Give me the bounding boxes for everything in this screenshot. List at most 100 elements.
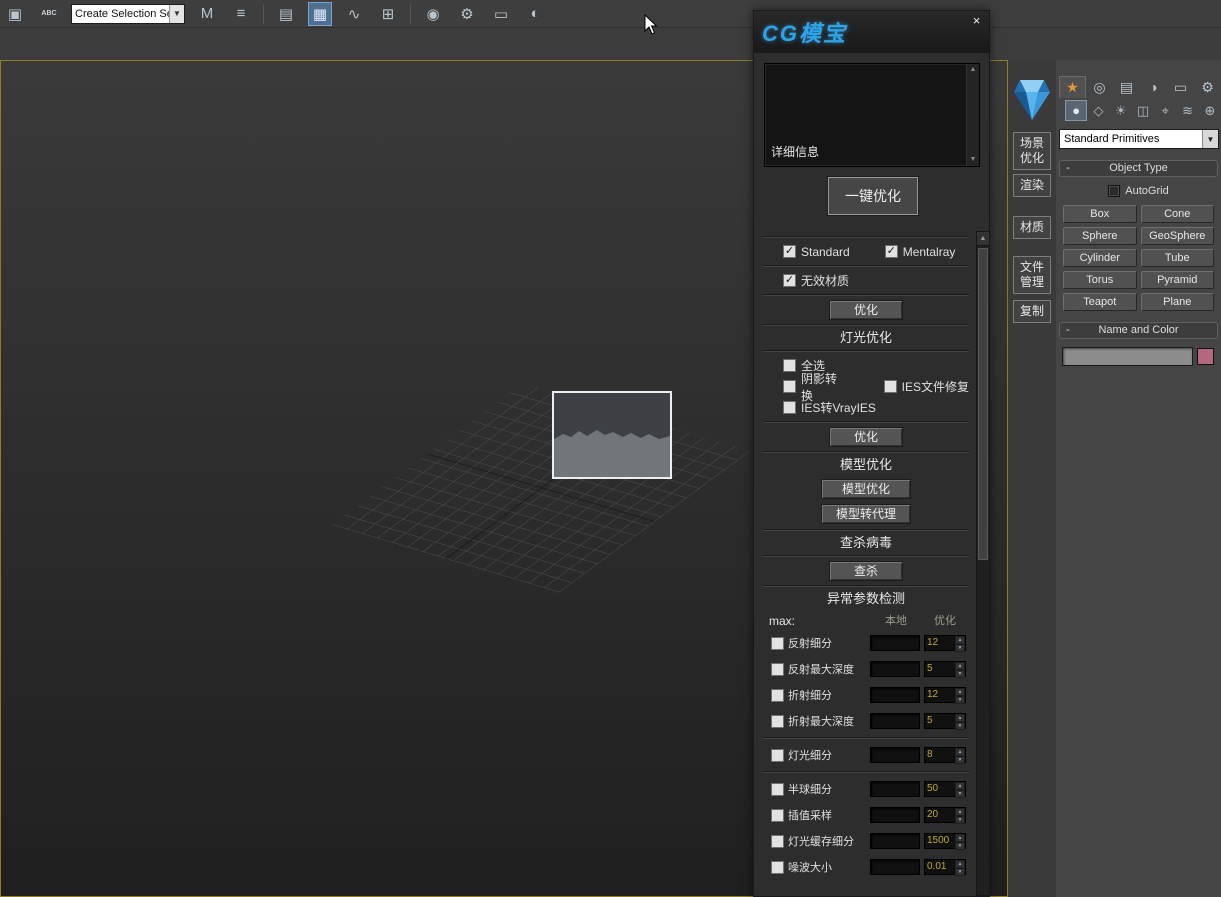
param-checkbox[interactable] [771,663,784,676]
align-icon[interactable]: ≡ [229,2,253,26]
spinner-down-icon[interactable]: ▼ [955,644,965,652]
param-checkbox[interactable] [771,637,784,650]
abc-icon[interactable]: ABC [37,2,61,26]
ribbon-toggle-icon[interactable]: ▦ [308,2,332,26]
autogrid-checkbox[interactable] [1108,185,1120,197]
create-tab-icon[interactable]: ★ [1059,76,1086,98]
side-tab-copy[interactable]: 复制 [1013,300,1051,323]
light-optimize-button[interactable]: 优化 [829,427,903,447]
param-spinner[interactable]: 12 ▲▼ [924,687,966,703]
spinner-up-icon[interactable]: ▲ [955,748,965,756]
selection-set-combo[interactable]: Create Selection Set ▼ [71,4,185,24]
param-spinner[interactable]: 0.01 ▲▼ [924,859,966,875]
param-checkbox[interactable] [771,749,784,762]
spinner-up-icon[interactable]: ▲ [955,860,965,868]
helpers-icon[interactable]: ⌖ [1154,100,1176,121]
invalid-material-checkbox[interactable]: ✓ [783,274,796,287]
param-checkbox[interactable] [771,835,784,848]
rendered-frame-icon[interactable]: ▭ [489,2,513,26]
spinner-down-icon[interactable]: ▼ [955,722,965,730]
cg-panel-titlebar[interactable]: CG模宝 × [754,11,989,53]
layer-manager-icon[interactable]: ▤ [274,2,298,26]
spinner-down-icon[interactable]: ▼ [955,756,965,764]
spinner-up-icon[interactable]: ▲ [955,662,965,670]
display-tab-icon[interactable]: ▭ [1167,76,1194,98]
spinner-down-icon[interactable]: ▼ [955,696,965,704]
ies-fix-checkbox[interactable] [884,380,897,393]
param-local-input[interactable] [870,661,920,677]
param-checkbox[interactable] [771,715,784,728]
scrollbar-thumb[interactable] [978,248,988,560]
object-name-field[interactable] [1062,347,1193,366]
spinner-up-icon[interactable]: ▲ [955,834,965,842]
space-warps-icon[interactable]: ≋ [1176,100,1198,121]
named-selection-icon[interactable]: ▣ [3,2,27,26]
param-local-input[interactable] [870,807,920,823]
param-spinner[interactable]: 12 ▲▼ [924,635,966,651]
spinner-up-icon[interactable]: ▲ [955,782,965,790]
spinner-up-icon[interactable]: ▲ [955,636,965,644]
utilities-tab-icon[interactable]: ⚙ [1194,76,1221,98]
sphere-button[interactable]: Sphere [1063,227,1137,245]
primitive-category-dropdown[interactable]: Standard Primitives ▼ [1059,129,1219,149]
param-local-input[interactable] [870,781,920,797]
one-click-optimize-button[interactable]: 一键优化 [828,177,918,215]
param-local-input[interactable] [870,833,920,849]
object-color-swatch[interactable] [1197,348,1214,365]
cameras-icon[interactable]: ◫ [1132,100,1154,121]
spinner-down-icon[interactable]: ▼ [955,790,965,798]
param-local-input[interactable] [870,635,920,651]
spinner-up-icon[interactable]: ▲ [955,808,965,816]
ies-vray-checkbox[interactable] [783,401,796,414]
param-spinner[interactable]: 5 ▲▼ [924,713,966,729]
spinner-up-icon[interactable]: ▲ [955,714,965,722]
panel-scrollbar[interactable]: ▲ [976,231,990,896]
lights-icon[interactable]: ☀ [1110,100,1132,121]
mirror-icon[interactable]: M [195,2,219,26]
param-local-input[interactable] [870,747,920,763]
model-proxy-button[interactable]: 模型转代理 [821,504,911,524]
scroll-up-icon[interactable]: ▲ [970,64,977,76]
virus-scan-button[interactable]: 查杀 [829,561,903,581]
systems-icon[interactable]: ⊕ [1199,100,1221,121]
torus-button[interactable]: Torus [1063,271,1137,289]
plane-button[interactable]: Plane [1141,293,1215,311]
side-tab-scene-optimize[interactable]: 场景优化 [1013,132,1051,170]
side-tab-file-manage[interactable]: 文件管理 [1013,256,1051,294]
curve-editor-icon[interactable]: ∿ [342,2,366,26]
close-icon[interactable]: × [969,13,984,28]
detail-info-box[interactable]: 详细信息 ▲ ▼ [764,63,980,167]
scroll-up-icon[interactable]: ▲ [977,232,989,246]
spinner-down-icon[interactable]: ▼ [955,842,965,850]
info-scrollbar[interactable]: ▲ ▼ [966,64,979,166]
param-spinner[interactable]: 50 ▲▼ [924,781,966,797]
scroll-down-icon[interactable]: ▼ [970,154,977,166]
name-color-rollout[interactable]: - Name and Color [1059,322,1218,339]
teapot-button[interactable]: Teapot [1063,293,1137,311]
cone-button[interactable]: Cone [1141,205,1215,223]
side-tab-material[interactable]: 材质 [1013,216,1051,239]
param-checkbox[interactable] [771,809,784,822]
schematic-view-icon[interactable]: ⊞ [376,2,400,26]
param-local-input[interactable] [870,859,920,875]
hierarchy-tab-icon[interactable]: ▤ [1113,76,1140,98]
param-spinner[interactable]: 20 ▲▼ [924,807,966,823]
param-local-input[interactable] [870,713,920,729]
model-optimize-button[interactable]: 模型优化 [821,479,911,499]
spinner-down-icon[interactable]: ▼ [955,670,965,678]
cylinder-button[interactable]: Cylinder [1063,249,1137,267]
shadow-convert-checkbox[interactable] [783,380,796,393]
side-tab-render[interactable]: 渲染 [1013,174,1051,197]
modify-tab-icon[interactable]: ◎ [1086,76,1113,98]
mentalray-checkbox[interactable]: ✓ [885,245,898,258]
render-icon[interactable]: ◐ [523,2,547,26]
standard-checkbox[interactable]: ✓ [783,245,796,258]
chevron-down-icon[interactable]: ▼ [1202,130,1218,148]
tube-button[interactable]: Tube [1141,249,1215,267]
render-setup-icon[interactable]: ⚙ [455,2,479,26]
param-checkbox[interactable] [771,783,784,796]
param-spinner[interactable]: 5 ▲▼ [924,661,966,677]
plane-object[interactable] [552,391,672,479]
spinner-up-icon[interactable]: ▲ [955,688,965,696]
chevron-down-icon[interactable]: ▼ [169,5,184,23]
